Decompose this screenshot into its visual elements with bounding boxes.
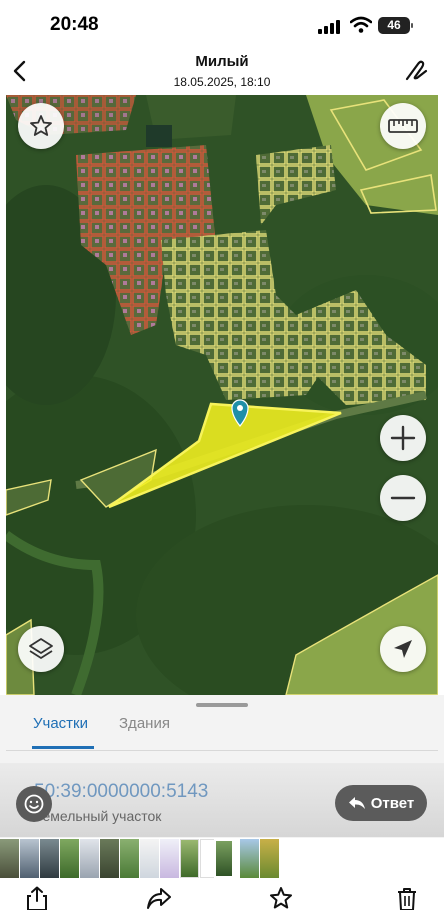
map-imagery xyxy=(6,95,438,695)
share-icon[interactable] xyxy=(24,886,50,910)
tab-buildings[interactable]: Здания xyxy=(119,715,170,732)
status-time: 20:48 xyxy=(50,14,99,35)
cadastral-number[interactable]: 50:39:0000000:5143 xyxy=(34,781,208,803)
screen: 20:48 46 Милый 18.05.2025, 18:10 Участки… xyxy=(0,0,444,910)
thumbnail[interactable] xyxy=(40,839,59,878)
signal-icon xyxy=(318,20,342,34)
parcel-type: Земельный участок xyxy=(34,808,162,824)
location-arrow-icon xyxy=(394,640,412,658)
chat-title: Милый xyxy=(195,53,249,70)
back-arrow-icon[interactable] xyxy=(10,58,30,84)
layers-button[interactable] xyxy=(18,626,64,672)
star-icon xyxy=(30,115,52,136)
parcel-info-bar: 50:39:0000000:5143 Земельный участок Отв… xyxy=(0,763,444,837)
reaction-button[interactable] xyxy=(16,786,52,822)
ruler-icon xyxy=(388,119,418,133)
active-tab-indicator xyxy=(32,746,94,749)
ruler-button[interactable] xyxy=(380,103,426,149)
thumbnail[interactable] xyxy=(60,839,79,878)
tab-divider xyxy=(6,750,438,751)
tab-parcels[interactable]: Участки xyxy=(33,715,88,732)
layers-icon xyxy=(29,638,53,659)
locate-button[interactable] xyxy=(380,626,426,672)
thumbnail[interactable] xyxy=(260,839,279,878)
media-scrubber[interactable] xyxy=(0,838,444,880)
plus-icon xyxy=(390,425,416,451)
reply-button[interactable]: Ответ xyxy=(335,785,427,821)
message-date: 18.05.2025, 18:10 xyxy=(173,75,271,89)
thumbnail[interactable] xyxy=(240,839,259,878)
satellite-map[interactable] xyxy=(6,95,438,695)
thumbnail[interactable] xyxy=(180,839,199,878)
forward-icon[interactable] xyxy=(146,886,172,910)
thumbnail[interactable] xyxy=(120,839,139,878)
header: Милый 18.05.2025, 18:10 xyxy=(0,50,444,95)
markup-pen-icon[interactable] xyxy=(404,58,430,84)
reply-arrow-icon xyxy=(348,797,365,809)
thumbnail[interactable] xyxy=(20,839,39,878)
thumbnail-current[interactable] xyxy=(214,839,234,878)
title-block: Милый 18.05.2025, 18:10 xyxy=(90,53,354,89)
thumbnail[interactable] xyxy=(160,839,179,878)
thumbnail[interactable] xyxy=(0,839,19,878)
zoom-out-button[interactable] xyxy=(380,475,426,521)
minus-icon xyxy=(390,496,416,500)
zoom-in-button[interactable] xyxy=(380,415,426,461)
bottom-toolbar xyxy=(0,880,444,910)
star-icon[interactable] xyxy=(268,886,294,910)
thumbnail[interactable] xyxy=(140,839,159,878)
thumbnail[interactable] xyxy=(100,839,119,878)
reply-label: Ответ xyxy=(370,794,415,812)
panel-grabber[interactable] xyxy=(196,703,248,707)
wifi-icon xyxy=(350,16,372,33)
status-bar: 20:48 46 xyxy=(0,0,444,50)
emoji-icon xyxy=(24,794,44,814)
trash-icon[interactable] xyxy=(394,886,420,910)
favorite-button[interactable] xyxy=(18,103,64,149)
thumbnail[interactable] xyxy=(80,839,99,878)
battery-indicator: 46 xyxy=(378,17,413,34)
